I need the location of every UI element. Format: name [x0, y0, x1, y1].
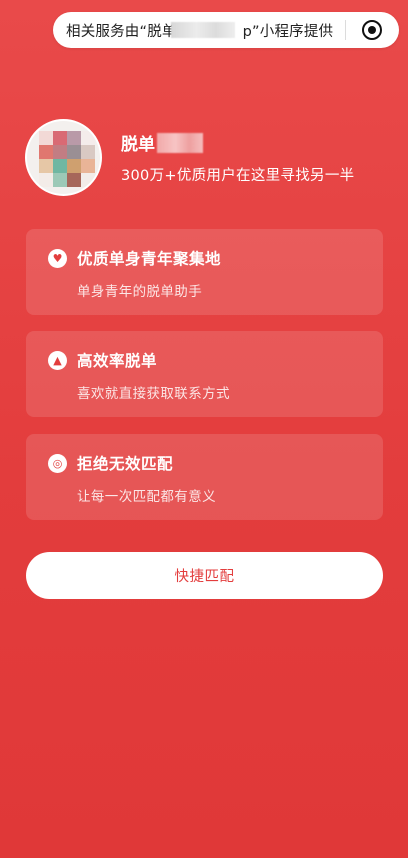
target-badge-icon: ◎	[48, 453, 67, 473]
feature-card-efficient: ▲ 高效率脱单 喜欢就直接获取联系方式	[26, 331, 383, 417]
feature-desc: 单身青年的脱单助手	[77, 284, 203, 300]
app-name-text: 脱单	[121, 135, 155, 155]
redacted-app-name	[171, 21, 235, 38]
mini-program-notice-bar: 相关服务由“脱单 p”小程序提供	[53, 12, 399, 48]
app-name: 脱单	[121, 131, 354, 155]
notice-divider	[345, 20, 346, 40]
app-tagline: 300万+优质用户在这里寻找另一半	[121, 167, 355, 184]
notice-text-prefix: 相关服务由“脱单	[66, 23, 177, 40]
avatar	[25, 119, 102, 196]
notice-text-suffix: p”小程序提供	[242, 23, 334, 40]
quick-match-button[interactable]: 快捷匹配	[26, 552, 383, 599]
heart-badge-icon: ♥	[48, 248, 67, 268]
notice-text: 相关服务由“脱单 p”小程序提供	[53, 20, 343, 41]
redacted-app-name-suffix	[157, 132, 203, 153]
app-profile-header: 脱单 300万+优质用户在这里寻找另一半	[25, 119, 354, 196]
feature-card-no-invalid-match: ◎ 拒绝无效匹配 让每一次匹配都有意义	[26, 434, 383, 520]
feature-title: 高效率脱单	[77, 352, 158, 370]
avatar-mosaic	[39, 131, 95, 187]
feature-desc: 喜欢就直接获取联系方式	[77, 386, 230, 402]
feature-title: 拒绝无效匹配	[77, 455, 174, 473]
rocket-badge-icon: ▲	[48, 350, 67, 370]
feature-title: 优质单身青年聚集地	[77, 250, 222, 268]
target-icon[interactable]	[362, 20, 382, 40]
feature-card-quality-singles: ♥ 优质单身青年聚集地 单身青年的脱单助手	[26, 229, 383, 315]
feature-desc: 让每一次匹配都有意义	[77, 489, 216, 505]
